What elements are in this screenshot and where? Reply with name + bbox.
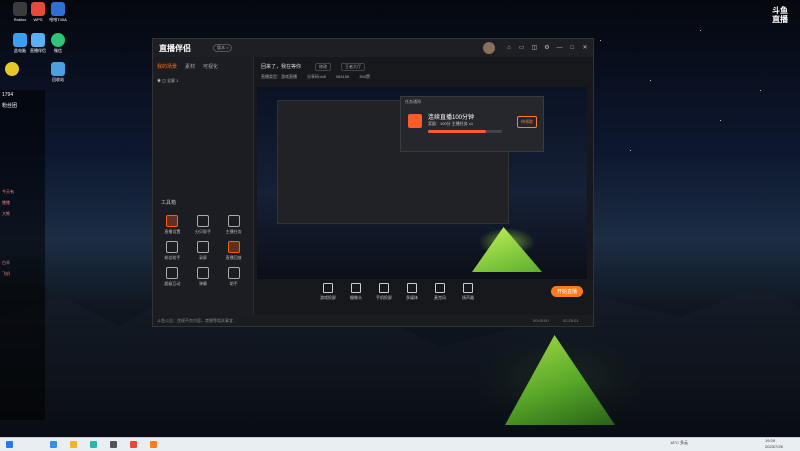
popup-subtitle: 奖励：100分 主播任务 x1	[428, 121, 474, 126]
taskbar-app-icon[interactable]	[90, 441, 97, 448]
tool-live-settings[interactable]: 直播设置	[157, 215, 188, 235]
phone-cast-button[interactable]: 手机投屏	[371, 283, 397, 301]
chat-line: 白羊	[2, 260, 10, 265]
weather-tray[interactable]: 18°C 多云	[670, 440, 688, 446]
toolbox-grid: 直播设置 分贝助手 主播任务 粉丝助手 录屏 直播回放 超级互动 弹幕 助手	[157, 215, 249, 287]
control-bar: 游戏投屏 摄像头 手机投屏 多媒体 麦克风 扬声器 开始直播	[257, 281, 591, 307]
chat-strip: 1794 粉丝团 今天有 猪猪 大熊 白羊 飞机	[0, 90, 45, 420]
camera-button[interactable]: 摄像头	[343, 283, 369, 301]
desktop-icon-chrome[interactable]	[0, 62, 32, 77]
taskbar-app-icon[interactable]	[70, 441, 77, 448]
version-tag[interactable]: 版本 >	[213, 44, 233, 52]
media-button[interactable]: 多媒体	[399, 283, 425, 301]
taskbar-app-icon[interactable]	[150, 441, 157, 448]
window-controls: ⌂ ▭ ◫ ⚙ — □ ✕	[502, 44, 589, 51]
gear-icon[interactable]: ⚙	[543, 44, 551, 51]
left-tabs: 我的场景 素材 可视化	[153, 57, 253, 70]
task-notification-popup: 任务通知 连续直播100分钟 奖励：100分 主播任务 x1 待领取	[400, 96, 544, 152]
titlebar: 直播伴侣 版本 > ⌂ ▭ ◫ ⚙ — □ ✕	[153, 39, 593, 57]
taskbar: 18°C 多云 19:29 2023/7/26	[0, 437, 800, 451]
task-progress-bar	[428, 130, 502, 133]
edit-title-button[interactable]: 修改	[315, 63, 331, 71]
live-companion-window: 直播伴侣 版本 > ⌂ ▭ ◫ ⚙ — □ ✕ 我的场景 素材 可视化 ◉ ◫ …	[152, 38, 594, 327]
tool-decibel[interactable]: 分贝助手	[188, 215, 219, 235]
claim-button[interactable]: 待领取	[517, 116, 537, 128]
fan-group-label: 粉丝团	[2, 103, 18, 109]
desktop-icon-app[interactable]: 哈哈T40A	[38, 2, 78, 23]
chat-line: 猪猪	[2, 200, 10, 205]
speaker-button[interactable]: 扬声器	[455, 283, 481, 301]
chat-line: 今天有	[2, 189, 14, 194]
mic-button[interactable]: 麦克风	[427, 283, 453, 301]
app-brand: 直播伴侣	[159, 44, 191, 53]
minimize-button[interactable]: —	[556, 45, 564, 51]
start-live-button[interactable]: 开始直播	[550, 286, 583, 297]
home-icon[interactable]: ⌂	[505, 45, 513, 51]
taskbar-app-icon[interactable]	[130, 441, 137, 448]
avatar[interactable]	[483, 42, 495, 54]
viewer-count: 1794	[2, 92, 14, 98]
start-icon[interactable]	[6, 441, 13, 448]
scene-item[interactable]: ◉ ◫ 全屏 1	[157, 78, 249, 84]
task-icon	[408, 114, 422, 128]
maximize-button[interactable]: □	[568, 45, 576, 51]
toolbox-title: 工具箱	[161, 200, 177, 206]
tab-materials[interactable]: 素材	[185, 63, 195, 70]
taskbar-app-icon[interactable]	[50, 441, 57, 448]
tool-assistant[interactable]: 助手	[218, 267, 249, 287]
screen-icon[interactable]: ▭	[518, 44, 526, 51]
room-meta: 直播类型：游戏直播 分享码:rb8 984156 394赞	[261, 74, 370, 79]
chat-line: 飞机	[2, 271, 10, 276]
room-topbar: 回来了，我在等你 修改 王者大厅 直播类型：游戏直播 分享码:rb8 98415…	[257, 61, 591, 85]
tool-interact[interactable]: 超级互动	[157, 267, 188, 287]
room-title: 回来了，我在等你	[261, 64, 302, 70]
tool-danmaku[interactable]: 弹幕	[188, 267, 219, 287]
tab-scenes[interactable]: 我的场景	[157, 63, 177, 70]
preview-tent	[472, 227, 542, 272]
left-panel: 我的场景 素材 可视化 ◉ ◫ 全屏 1 工具箱 直播设置 分贝助手 主播任务 …	[153, 57, 254, 317]
session-time: 02:25:01	[563, 318, 579, 323]
brand-corner-logo: 斗鱼 直播	[772, 6, 788, 24]
tool-tasks[interactable]: 主播任务	[218, 215, 249, 235]
tool-fans[interactable]: 粉丝助手	[157, 241, 188, 261]
layout-icon[interactable]: ◫	[530, 44, 538, 51]
tab-visual[interactable]: 可视化	[203, 63, 218, 70]
chat-line: 大熊	[2, 211, 10, 216]
status-bar: 斗鱼公告：违规不良内容，禁播等相关事宜... 00:00:00 02:25:01	[153, 315, 593, 326]
category-button[interactable]: 王者大厅	[341, 63, 365, 71]
taskbar-app-icon[interactable]	[110, 441, 117, 448]
popup-title: 连续直播100分钟	[428, 115, 475, 121]
close-button[interactable]: ✕	[581, 44, 589, 51]
desktop-icon-wechat[interactable]: 微信	[38, 33, 78, 54]
status-tip: 斗鱼公告：违规不良内容，禁播等相关事宜...	[157, 318, 237, 323]
game-cast-button[interactable]: 游戏投屏	[315, 283, 341, 301]
popup-header: 任务通知	[405, 99, 421, 104]
tool-replay[interactable]: 直播回放	[218, 241, 249, 261]
tool-record[interactable]: 录屏	[188, 241, 219, 261]
desktop-icon-bin[interactable]: 回收站	[38, 62, 78, 83]
elapsed-time: 00:00:00	[533, 318, 549, 323]
clock[interactable]: 19:29 2023/7/26	[765, 438, 783, 450]
